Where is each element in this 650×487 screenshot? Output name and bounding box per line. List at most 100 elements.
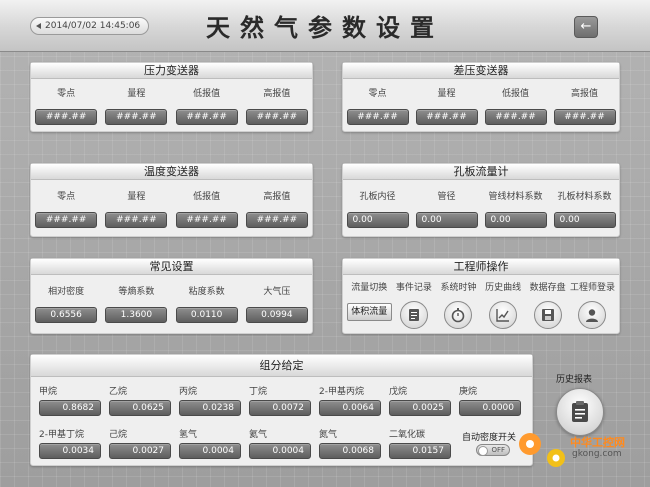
panel-title: 工程师操作 (343, 259, 619, 275)
value-field[interactable]: 0.0238 (179, 400, 241, 416)
header-bar: 2014/07/02 14:45:06 天然气参数设置 ← (0, 0, 650, 52)
panel-title: 常见设置 (31, 259, 312, 275)
value-field[interactable]: 0.00 (415, 212, 478, 228)
user-icon (586, 309, 599, 322)
gas-composition-panel: 组分给定 甲烷 0.8682 乙烷 0.0625 丙烷 0.0238 丁烷 0.0072… (30, 354, 533, 466)
watermark-name: 中华工控网 (570, 436, 625, 449)
comp-propane: 丙烷 0.0238 (179, 385, 241, 416)
pipe-diameter: 管径 0.00 (415, 190, 478, 228)
system-clock-button[interactable] (444, 301, 473, 329)
orifice-flowmeter-panel: 孔板流量计 孔板内径 0.00 管径 0.00 管线材料系数 0.00 孔板材料系数 0… (342, 163, 620, 237)
floppy-disk-icon (541, 309, 554, 321)
flow-switch: 流量切换 体积流量 (347, 281, 392, 329)
common-settings-panel: 常见设置 相对密度 0.6556 等熵系数 1.3600 粘度系数 0.0110 大气… (30, 258, 313, 334)
value-field[interactable]: 0.0625 (109, 400, 171, 416)
notepad-icon (408, 309, 419, 321)
value-field[interactable]: ###.## (245, 109, 308, 125)
comp-methane: 甲烷 0.8682 (39, 385, 101, 416)
comp-hydrogen: 氢气 0.0004 (179, 428, 241, 459)
value-field[interactable]: ###.## (35, 212, 98, 228)
value-field[interactable]: ###.## (553, 109, 616, 125)
value-field[interactable]: 0.0000 (459, 400, 521, 416)
pipe-material-coefficient: 管线材料系数 0.00 (484, 190, 547, 228)
history-curve-button[interactable] (489, 301, 518, 329)
value-field[interactable]: 0.0994 (245, 307, 308, 323)
value-field[interactable]: ###.## (415, 109, 478, 125)
value-field[interactable]: 0.0068 (319, 443, 381, 459)
panel-title: 组分给定 (31, 355, 532, 377)
value-field[interactable]: 0.0064 (319, 400, 381, 416)
value-field[interactable]: ###.## (484, 109, 547, 125)
data-save: 数据存盘 (525, 281, 570, 329)
temperature-zero: 零点 ###.## (35, 190, 98, 228)
comp-ethane: 乙烷 0.0625 (109, 385, 171, 416)
volume-flow-button[interactable]: 体积流量 (347, 303, 392, 321)
value-field[interactable]: 0.0157 (389, 443, 451, 459)
viscosity-coefficient: 粘度系数 0.0110 (175, 285, 238, 323)
orifice-material-coefficient: 孔板材料系数 0.00 (553, 190, 616, 228)
value-field[interactable]: 0.0110 (175, 307, 238, 323)
temperature-transmitter-panel: 温度变送器 零点 ###.## 量程 ###.## 低报值 ###.## 高报值 ###… (30, 163, 313, 237)
event-log: 事件记录 (392, 281, 437, 329)
isentropic-coefficient: 等熵系数 1.3600 (105, 285, 168, 323)
report-icon (572, 401, 588, 422)
pressure-high-alarm: 高报值 ###.## (245, 87, 308, 125)
panel-title: 温度变送器 (31, 164, 312, 180)
back-button[interactable]: ← (574, 16, 598, 38)
value-field[interactable]: 0.0034 (39, 443, 101, 459)
pressure-low-alarm: 低报值 ###.## (175, 87, 238, 125)
value-field[interactable]: ###.## (175, 212, 238, 228)
data-save-button[interactable] (533, 301, 562, 329)
value-field[interactable]: ###.## (175, 109, 238, 125)
stopwatch-icon (452, 308, 465, 323)
value-field[interactable]: 0.00 (553, 212, 616, 228)
value-field[interactable]: 0.6556 (35, 307, 98, 323)
comp-hexane: 己烷 0.0027 (109, 428, 171, 459)
value-field[interactable]: 0.0072 (249, 400, 311, 416)
diff-pressure-transmitter-panel: 差压变送器 零点 ###.## 量程 ###.## 低报值 ###.## 高报值 ###… (342, 62, 620, 132)
comp-carbon-dioxide: 二氧化碳 0.0157 (389, 428, 451, 459)
value-field[interactable]: 0.0025 (389, 400, 451, 416)
watermark-url: gkong.com (572, 449, 622, 459)
arrow-left-icon: ← (580, 19, 592, 34)
pressure-zero: 零点 ###.## (35, 87, 98, 125)
pressure-transmitter-panel: 压力变送器 零点 ###.## 量程 ###.## 低报值 ###.## 高报值 ###… (30, 62, 313, 132)
value-field[interactable]: ###.## (346, 109, 409, 125)
value-field[interactable]: ###.## (105, 109, 168, 125)
value-field[interactable]: ###.## (245, 212, 308, 228)
comp-heptane: 庚烷 0.0000 (459, 385, 521, 416)
comp-butane: 丁烷 0.0072 (249, 385, 311, 416)
orifice-inner-diameter: 孔板内径 0.00 (346, 190, 409, 228)
engineer-login: 工程师登录 (570, 281, 615, 329)
history-curve: 历史曲线 (481, 281, 526, 329)
event-log-button[interactable] (399, 301, 428, 329)
history-report-label: 历史报表 (556, 375, 593, 385)
comp-2-methylpropane: 2-甲基丙烷 0.0064 (319, 385, 381, 416)
temperature-high-alarm: 高报值 ###.## (245, 190, 308, 228)
value-field[interactable]: 0.00 (346, 212, 409, 228)
diff-pressure-low-alarm: 低报值 ###.## (484, 87, 547, 125)
panel-title: 孔板流量计 (343, 164, 619, 180)
diff-pressure-range: 量程 ###.## (415, 87, 478, 125)
panel-title: 差压变送器 (343, 63, 619, 79)
auto-density-label: 自动密度开关 (462, 433, 517, 443)
value-field[interactable]: 0.0004 (249, 443, 311, 459)
line-chart-icon (496, 309, 510, 322)
value-field[interactable]: 1.3600 (105, 307, 168, 323)
pressure-range: 量程 ###.## (105, 87, 168, 125)
comp-2-methylbutane: 2-甲基丁烷 0.0034 (39, 428, 101, 459)
value-field[interactable]: ###.## (105, 212, 168, 228)
value-field[interactable]: ###.## (35, 109, 98, 125)
value-field[interactable]: 0.0027 (109, 443, 171, 459)
engineer-operations-panel: 工程师操作 流量切换 体积流量 事件记录 系统时钟 历史曲线 数据存盘 工程师登… (342, 258, 620, 334)
relative-density: 相对密度 0.6556 (35, 285, 98, 323)
diff-pressure-high-alarm: 高报值 ###.## (553, 87, 616, 125)
atmospheric-pressure: 大气压 0.0994 (245, 285, 308, 323)
engineer-login-button[interactable] (578, 301, 607, 329)
auto-density-toggle[interactable]: OFF (476, 444, 510, 456)
value-field[interactable]: 0.0004 (179, 443, 241, 459)
comp-nitrogen: 氮气 0.0068 (319, 428, 381, 459)
value-field[interactable]: 0.8682 (39, 400, 101, 416)
temperature-range: 量程 ###.## (105, 190, 168, 228)
value-field[interactable]: 0.00 (484, 212, 547, 228)
